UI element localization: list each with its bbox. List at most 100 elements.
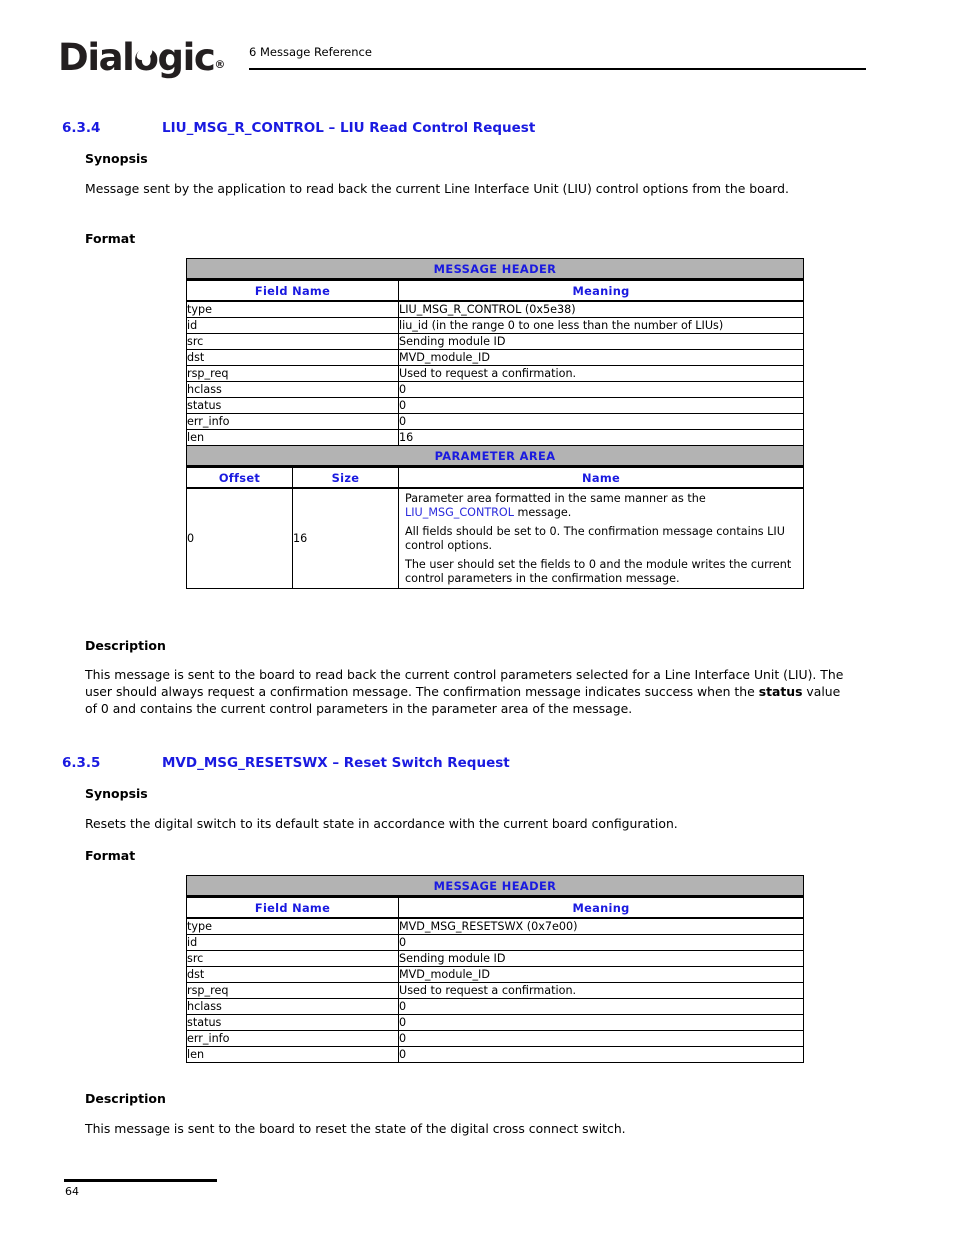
table-row: len 16 xyxy=(186,429,805,446)
table-row: err_info 0 xyxy=(186,413,805,430)
meaning-cell: MVD_MSG_RESETSWX (0x7e00) xyxy=(397,917,805,935)
offset-cell: 0 xyxy=(186,487,293,589)
field-name-cell: hclass xyxy=(186,381,399,398)
format-label-634: Format xyxy=(85,231,136,246)
logo-o-glyph: o xyxy=(133,36,158,80)
table-column-header-row: Field Name Meaning xyxy=(186,279,805,302)
section-number-635: 6.3.5 xyxy=(62,755,101,771)
table-row: status 0 xyxy=(186,1014,805,1031)
meaning-cell: Used to request a confirmation. xyxy=(397,982,805,999)
field-name-cell: src xyxy=(186,333,399,350)
meaning-cell: Sending module ID xyxy=(397,333,805,350)
table-row: len 0 xyxy=(186,1046,805,1063)
meaning-cell: 0 xyxy=(397,381,805,398)
meaning-cell: 0 xyxy=(397,934,805,951)
logo-text-part2: gic xyxy=(157,36,215,79)
table-row: hclass 0 xyxy=(186,381,805,398)
liu-msg-control-link[interactable]: LIU_MSG_CONTROL xyxy=(405,506,514,519)
field-name-cell: id xyxy=(186,317,399,334)
field-name-cell: len xyxy=(186,429,399,446)
table-row: type MVD_MSG_RESETSWX (0x7e00) xyxy=(186,917,805,935)
message-format-table-634: MESSAGE HEADER Field Name Meaning type L… xyxy=(185,258,805,589)
param-text-after: message. xyxy=(513,505,572,519)
synopsis-text-635: Resets the digital switch to its default… xyxy=(85,816,678,831)
parameter-area-band-634: PARAMETER AREA xyxy=(185,445,805,468)
meaning-cell: Sending module ID xyxy=(397,950,805,967)
field-name-cell: status xyxy=(186,397,399,414)
field-name-cell: rsp_req xyxy=(186,365,399,382)
size-cell: 16 xyxy=(292,487,399,589)
table-row: src Sending module ID xyxy=(186,950,805,967)
field-name-cell: status xyxy=(186,1014,399,1031)
description-bold-status: status xyxy=(758,684,803,699)
table-column-header-row: Offset Size Name xyxy=(186,466,805,489)
table-band-row: MESSAGE HEADER xyxy=(185,875,805,898)
table-band-row: PARAMETER AREA xyxy=(185,445,805,468)
col-size-634: Size xyxy=(292,466,399,489)
col-offset-634: Offset xyxy=(186,466,293,489)
page-header: Dialo gic® 6 Message Reference xyxy=(0,0,954,96)
page-number: 64 xyxy=(65,1185,79,1198)
section-title-635: MVD_MSG_RESETSWX – Reset Switch Request xyxy=(162,755,510,771)
dialogic-logo: Dialo gic® xyxy=(58,36,240,82)
meaning-cell: 16 xyxy=(397,429,805,446)
field-name-cell: type xyxy=(186,917,399,935)
param-paragraph-1: Parameter area formatted in the same man… xyxy=(399,489,803,522)
message-header-band-634: MESSAGE HEADER xyxy=(185,258,805,281)
field-name-cell: len xyxy=(186,1046,399,1063)
table-row: id 0 xyxy=(186,934,805,951)
synopsis-label-634: Synopsis xyxy=(85,151,148,166)
description-label-635: Description xyxy=(85,1091,166,1106)
meaning-cell: MVD_module_ID xyxy=(397,966,805,983)
meaning-cell: MVD_module_ID xyxy=(397,349,805,366)
meaning-cell: 0 xyxy=(397,1030,805,1047)
param-text-before: Parameter area formatted in the same man… xyxy=(405,492,706,505)
document-page: Dialo gic® 6 Message Reference 6.3.4 LIU_… xyxy=(0,0,954,1235)
table-row: rsp_req Used to request a confirmation. xyxy=(186,365,805,382)
meaning-cell: 0 xyxy=(397,998,805,1015)
logo-o-letter: o xyxy=(133,36,158,79)
table-row: status 0 xyxy=(186,397,805,414)
field-name-cell: dst xyxy=(186,349,399,366)
table-row: rsp_req Used to request a confirmation. xyxy=(186,982,805,999)
table-row: type LIU_MSG_R_CONTROL (0x5e38) xyxy=(186,300,805,318)
meaning-cell: LIU_MSG_R_CONTROL (0x5e38) xyxy=(397,300,805,318)
section-number-634: 6.3.4 xyxy=(62,120,101,136)
meaning-cell: liu_id (in the range 0 to one less than … xyxy=(397,317,805,334)
field-name-cell: type xyxy=(186,300,399,318)
meaning-cell: 0 xyxy=(397,413,805,430)
table-row: id liu_id (in the range 0 to one less th… xyxy=(186,317,805,334)
description-text-635: This message is sent to the board to res… xyxy=(85,1121,626,1136)
field-name-cell: rsp_req xyxy=(186,982,399,999)
table-band-row: MESSAGE HEADER xyxy=(185,258,805,281)
name-cell: Parameter area formatted in the same man… xyxy=(397,487,805,589)
table-row: src Sending module ID xyxy=(186,333,805,350)
table-column-header-row: Field Name Meaning xyxy=(186,896,805,919)
col-field-name-635: Field Name xyxy=(186,896,399,919)
format-label-635: Format xyxy=(85,848,136,863)
field-name-cell: err_info xyxy=(186,413,399,430)
field-name-cell: hclass xyxy=(186,998,399,1015)
meaning-cell: 0 xyxy=(397,1014,805,1031)
field-name-cell: id xyxy=(186,934,399,951)
param-paragraph-3: The user should set the fields to 0 and … xyxy=(405,558,792,585)
synopsis-label-635: Synopsis xyxy=(85,786,148,801)
message-header-band-635: MESSAGE HEADER xyxy=(185,875,805,898)
description-before: This message is sent to the board to rea… xyxy=(85,667,844,699)
table-row: dst MVD_module_ID xyxy=(186,966,805,983)
col-meaning-634: Meaning xyxy=(397,279,805,302)
logo-wordmark: Dialo gic® xyxy=(58,36,240,87)
col-meaning-635: Meaning xyxy=(397,896,805,919)
running-head: 6 Message Reference xyxy=(249,45,372,59)
description-label-634: Description xyxy=(85,638,166,653)
field-name-cell: dst xyxy=(186,966,399,983)
col-field-name-634: Field Name xyxy=(186,279,399,302)
section-title-634: LIU_MSG_R_CONTROL – LIU Read Control Req… xyxy=(162,120,536,136)
field-name-cell: err_info xyxy=(186,1030,399,1047)
col-name-634: Name xyxy=(397,466,805,489)
meaning-cell: Used to request a confirmation. xyxy=(397,365,805,382)
description-text-634: This message is sent to the board to rea… xyxy=(85,666,853,717)
footer-divider xyxy=(64,1179,217,1182)
param-paragraph-2: All fields should be set to 0. The confi… xyxy=(405,525,785,552)
field-name-cell: src xyxy=(186,950,399,967)
